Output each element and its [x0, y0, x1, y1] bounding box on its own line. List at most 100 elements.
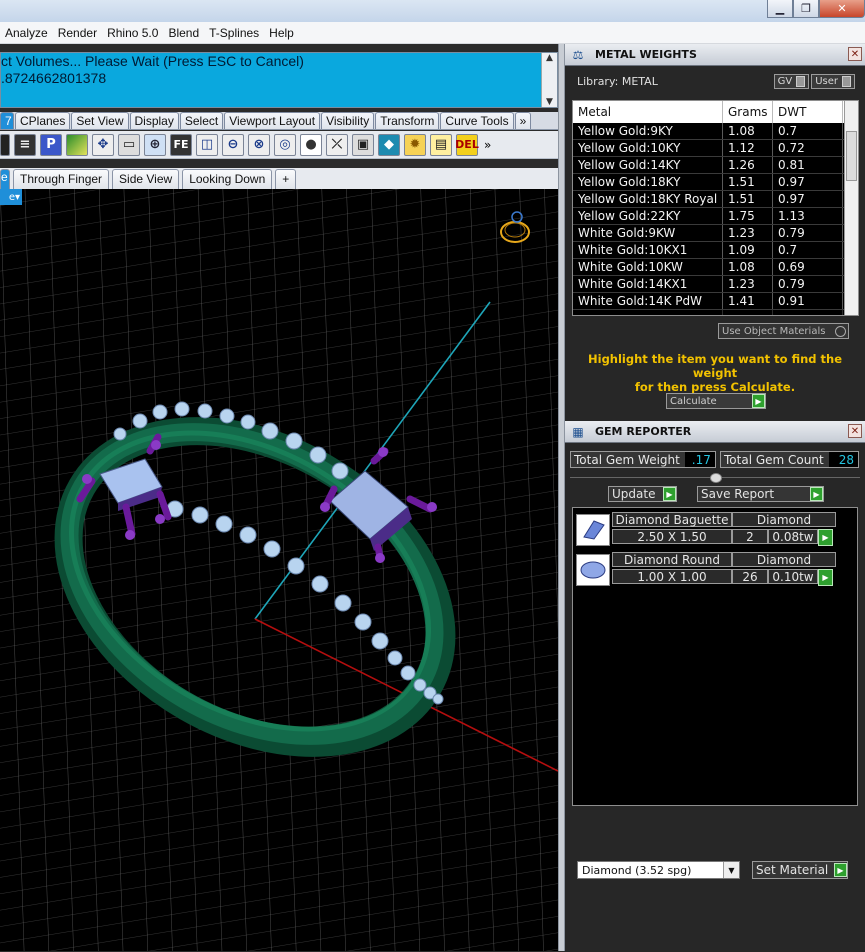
gem-item-round[interactable]: Diamond Round Diamond 1.00 X 1.00 26 0.1…	[576, 552, 857, 588]
gem-totals: Total Gem Weight .17 Total Gem Count 28	[570, 451, 863, 468]
col-grams[interactable]: Grams	[723, 101, 773, 123]
col-dwt[interactable]: DWT	[773, 101, 843, 123]
viewport-label[interactable]: e ▾	[0, 189, 22, 205]
tool-save-icon[interactable]: ▣	[352, 133, 374, 156]
vtab-current[interactable]: e	[0, 169, 10, 189]
tool-flow-icon[interactable]: ◎	[274, 133, 296, 156]
tool-partial-icon[interactable]	[0, 133, 10, 156]
vtab-through-finger[interactable]: Through Finger	[13, 169, 110, 189]
tab-transform[interactable]: Transform	[375, 112, 440, 129]
table-row[interactable]: Yellow Gold:10KY 1.12 0.72	[573, 140, 858, 157]
calculate-button[interactable]: Calculate ▶	[666, 393, 766, 409]
gv-button[interactable]: GV	[773, 74, 810, 89]
cell-metal: White Gold:10KX1	[573, 242, 723, 258]
cell-metal: Yellow Gold:14KY	[573, 157, 723, 173]
scroll-thumb[interactable]	[846, 131, 857, 181]
menu-help[interactable]: Help	[264, 26, 299, 40]
scroll-up-icon[interactable]: ▲	[546, 53, 553, 63]
gem-material: Diamond	[732, 552, 836, 567]
maximize-button[interactable]: ❐	[793, 0, 819, 18]
metal-table[interactable]: Metal Grams DWT Yellow Gold:9KY 1.08 0.7 Ye…	[572, 100, 859, 316]
tab-overflow[interactable]: »	[514, 112, 532, 129]
table-row[interactable]: White Gold:14KX1 1.23 0.79	[573, 276, 858, 293]
table-row[interactable]: White Gold:10KW 1.08 0.69	[573, 259, 858, 276]
vtab-looking-down[interactable]: Looking Down	[182, 169, 273, 189]
save-report-button[interactable]: Save Report ▶	[697, 486, 824, 502]
tool-array-icon[interactable]: ⊗	[248, 133, 270, 156]
gem-size: 1.00 X 1.00	[612, 569, 732, 584]
cell-metal: White Gold:9KW	[573, 225, 723, 241]
cell-grams: 1.23	[723, 225, 773, 241]
tab-set-view[interactable]: Set View	[71, 112, 129, 129]
gem-reporter-close-icon[interactable]: ✕	[848, 424, 862, 438]
scale-icon: ⚖	[572, 47, 584, 62]
tool-monitor-icon[interactable]: ▭	[118, 133, 140, 156]
metal-weights-close-icon[interactable]: ✕	[848, 47, 862, 61]
cell-dwt: 1.13	[773, 208, 843, 224]
table-row[interactable]: White Gold:10KX1 1.09 0.7	[573, 242, 858, 259]
gem-size-slider[interactable]	[570, 473, 860, 483]
gem-select-button[interactable]: ▶	[818, 529, 833, 546]
tool-spheres-icon[interactable]: ●	[300, 133, 322, 156]
menu-render[interactable]: Render	[53, 26, 102, 40]
gem-select-button[interactable]: ▶	[818, 569, 833, 586]
menu-analyze[interactable]: Analyze	[0, 26, 53, 40]
set-material-button[interactable]: Set Material ▶	[752, 861, 848, 879]
gem-count: 2	[732, 529, 768, 544]
tool-layers-icon[interactable]: ≡	[14, 133, 36, 156]
metal-table-header: Metal Grams DWT	[573, 101, 858, 123]
gem-item-baguette[interactable]: Diamond Baguette Diamond 2.50 X 1.50 2 0…	[576, 512, 857, 548]
tool-cube-icon[interactable]: ◆	[378, 133, 400, 156]
menu-blend[interactable]: Blend	[163, 26, 204, 40]
cell-dwt: 0.97	[773, 174, 843, 190]
tab-select[interactable]: Select	[179, 112, 224, 129]
tab-curve-tools[interactable]: Curve Tools	[440, 112, 514, 129]
tool-osnap-icon[interactable]: ⊕	[144, 133, 166, 156]
tool-fe-icon[interactable]: FE	[170, 133, 192, 156]
minimize-button[interactable]: ▁	[767, 0, 793, 18]
use-object-materials-button[interactable]: Use Object Materials	[718, 323, 849, 339]
tool-split-icon[interactable]: ⊖	[222, 133, 244, 156]
command-scrollbar[interactable]: ▲ ▼	[541, 53, 557, 107]
toolbar-overflow-icon[interactable]: »	[484, 138, 491, 152]
table-row[interactable]: Yellow Gold:18KY 1.51 0.97	[573, 174, 858, 191]
col-metal[interactable]: Metal	[573, 101, 723, 123]
tab-display[interactable]: Display	[129, 112, 179, 129]
cell-metal: Yellow Gold:10KY	[573, 140, 723, 156]
menu-tsplines[interactable]: T-Splines	[204, 26, 264, 40]
tool-del-icon[interactable]: DEL	[455, 133, 479, 156]
menu-rhino[interactable]: Rhino 5.0	[102, 26, 163, 40]
panel-splitter[interactable]	[558, 44, 565, 951]
tool-materials-icon[interactable]	[66, 133, 88, 156]
scroll-down-icon[interactable]: ▼	[546, 97, 553, 107]
close-button[interactable]: ✕	[819, 0, 865, 18]
gem-name: Diamond Round	[612, 552, 732, 567]
tab-cplanes[interactable]: CPlanes	[15, 112, 71, 129]
update-button[interactable]: Update ▶	[608, 486, 677, 502]
tool-mirror-icon[interactable]: ◫	[196, 133, 218, 156]
chevron-down-icon[interactable]: ▼	[723, 862, 739, 878]
slider-knob[interactable]	[710, 473, 722, 483]
tool-analysis-icon[interactable]: ⤫	[326, 133, 348, 156]
tool-gear-icon[interactable]: ✹	[404, 133, 426, 156]
table-row[interactable]: Yellow Gold:14KY 1.26 0.81	[573, 157, 858, 174]
table-row[interactable]: Yellow Gold:22KY 1.75 1.13	[573, 208, 858, 225]
tool-report-icon[interactable]: ▤	[430, 133, 452, 156]
gem-count: 26	[732, 569, 768, 584]
tool-properties-icon[interactable]: P	[40, 133, 62, 156]
vtab-side-view[interactable]: Side View	[112, 169, 180, 189]
gem-list[interactable]: Diamond Baguette Diamond 2.50 X 1.50 2 0…	[572, 507, 858, 806]
tab-viewport-layout[interactable]: Viewport Layout	[224, 112, 321, 129]
metal-table-scrollbar[interactable]	[844, 101, 858, 315]
3d-viewport[interactable]: e ▾	[0, 189, 558, 951]
tool-gumball-icon[interactable]: ✥	[92, 133, 114, 156]
user-button[interactable]: User	[811, 74, 855, 89]
table-row[interactable]: White Gold:14K PdW 1.41 0.91	[573, 293, 858, 310]
tab-standard[interactable]: 7	[0, 112, 14, 129]
table-row[interactable]: Yellow Gold:18KY Royal 1.51 0.97	[573, 191, 858, 208]
material-select[interactable]: Diamond (3.52 spg) ▼	[577, 861, 740, 879]
tab-visibility[interactable]: Visibility	[321, 112, 375, 129]
vtab-add[interactable]: +	[275, 169, 297, 189]
table-row[interactable]: Yellow Gold:9KY 1.08 0.7	[573, 123, 858, 140]
table-row[interactable]: White Gold:9KW 1.23 0.79	[573, 225, 858, 242]
